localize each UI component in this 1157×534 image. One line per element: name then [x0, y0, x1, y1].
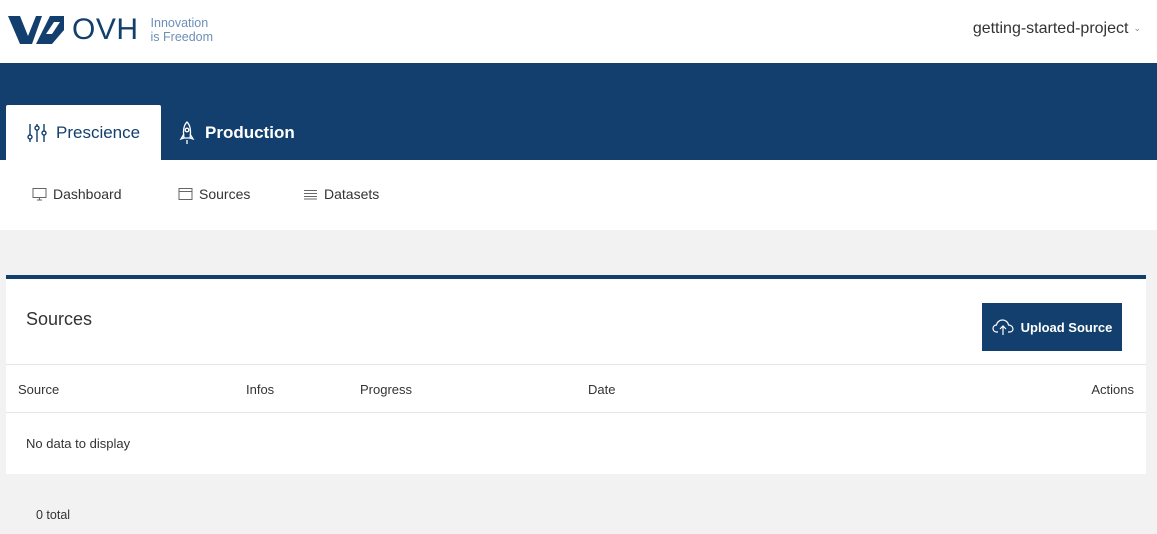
list-icon — [304, 190, 317, 200]
main-nav: Prescience Production — [0, 63, 1157, 160]
sliders-icon — [27, 123, 47, 142]
subnav-item-datasets[interactable]: Datasets — [303, 186, 379, 202]
sub-navigation: Dashboard Sources Datasets — [0, 160, 1157, 230]
column-header-progress[interactable]: Progress — [360, 382, 412, 397]
tagline-line-2: is Freedom — [150, 30, 214, 44]
total-count: 0 total — [36, 508, 71, 522]
tab-prescience[interactable]: Prescience — [6, 105, 161, 160]
sources-panel: Sources Upload Source Source Infos Progr… — [6, 275, 1146, 474]
brand-tagline: Innovation is Freedom — [151, 16, 214, 44]
ovh-logo[interactable]: OVH Innovation is Freedom — [6, 12, 213, 48]
tagline-line-1: Innovation — [150, 16, 209, 30]
brand-name: OVH — [72, 13, 139, 46]
chevron-down-icon: ⌄ — [1133, 22, 1141, 33]
monitor-icon — [32, 188, 47, 201]
subnav-label: Dashboard — [53, 186, 122, 202]
subnav-label: Sources — [199, 186, 251, 202]
cloud-upload-icon — [992, 319, 1014, 335]
window-icon — [178, 188, 193, 200]
column-header-infos[interactable]: Infos — [246, 382, 274, 397]
subnav-label: Datasets — [324, 186, 380, 202]
tab-label: Prescience — [56, 122, 141, 142]
page-title: Sources — [26, 309, 93, 329]
sources-table: Source Infos Progress Date Actions No da… — [6, 364, 1146, 451]
column-header-source[interactable]: Source — [18, 382, 59, 397]
subnav-item-dashboard[interactable]: Dashboard — [32, 186, 122, 202]
empty-message: No data to display — [26, 436, 131, 451]
top-header: OVH Innovation is Freedom getting-starte… — [0, 0, 1157, 63]
tab-production[interactable]: Production — [175, 105, 295, 160]
ovh-logo-icon — [8, 16, 64, 44]
column-header-actions: Actions — [1091, 382, 1134, 397]
column-header-date[interactable]: Date — [588, 382, 615, 397]
project-name: getting-started-project — [972, 20, 1129, 37]
upload-source-button[interactable]: Upload Source — [982, 303, 1122, 351]
tab-label: Production — [205, 122, 295, 142]
project-selector[interactable]: getting-started-project ⌄ — [973, 20, 1141, 38]
table-header: Source Infos Progress Date Actions — [6, 364, 1146, 413]
upload-label: Upload Source — [1020, 319, 1113, 335]
rocket-icon — [179, 120, 195, 144]
subnav-item-sources[interactable]: Sources — [178, 186, 250, 202]
